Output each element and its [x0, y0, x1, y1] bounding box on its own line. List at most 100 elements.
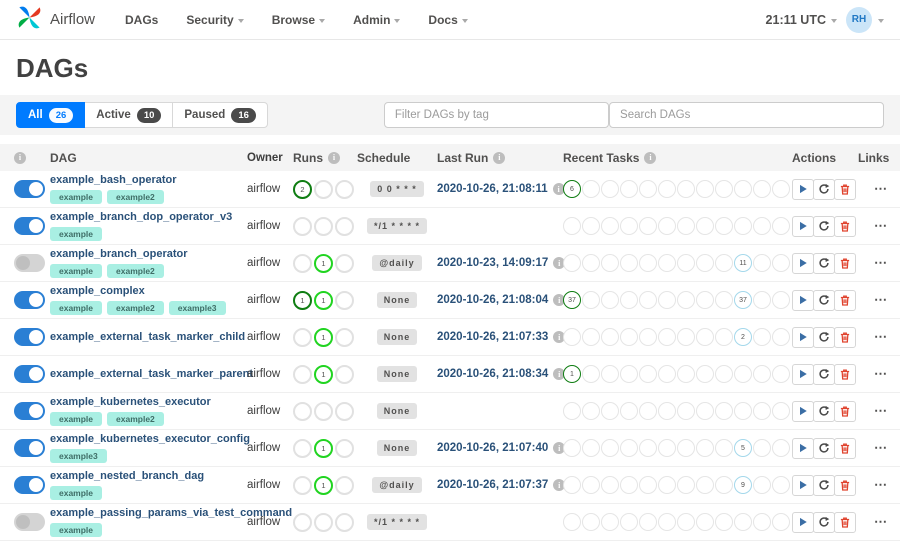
recent-task-circle[interactable]: [658, 254, 676, 272]
run-status-circle[interactable]: 1: [314, 327, 333, 347]
recent-task-circle[interactable]: [753, 365, 771, 383]
dag-tag[interactable]: example2: [107, 264, 164, 278]
dag-tag[interactable]: example: [50, 523, 103, 537]
recent-task-circle[interactable]: [582, 513, 600, 531]
run-status-circle[interactable]: [335, 253, 354, 273]
links-menu-button[interactable]: ⋯: [874, 293, 888, 306]
run-status-circle[interactable]: [335, 512, 354, 532]
links-menu-button[interactable]: ⋯: [874, 478, 888, 491]
recent-task-circle[interactable]: [715, 291, 733, 309]
refresh-dag-button[interactable]: [813, 363, 835, 385]
recent-task-circle[interactable]: [753, 180, 771, 198]
recent-task-circle[interactable]: [734, 513, 752, 531]
recent-task-circle[interactable]: [772, 402, 790, 420]
recent-task-circle[interactable]: [639, 439, 657, 457]
recent-task-circle[interactable]: [582, 217, 600, 235]
delete-dag-button[interactable]: [834, 437, 856, 459]
recent-task-circle[interactable]: 2: [734, 328, 752, 346]
run-status-circle[interactable]: [335, 364, 354, 384]
recent-task-circle[interactable]: [639, 513, 657, 531]
column-header-owner[interactable]: Owner: [247, 152, 283, 164]
recent-task-circle[interactable]: [639, 217, 657, 235]
dag-link[interactable]: example_bash_operator: [50, 174, 247, 187]
run-status-circle[interactable]: [293, 438, 312, 458]
dag-tag[interactable]: example: [50, 412, 103, 426]
info-icon[interactable]: i: [644, 151, 657, 164]
recent-task-circle[interactable]: [620, 254, 638, 272]
refresh-dag-button[interactable]: [813, 215, 835, 237]
dag-link[interactable]: example_branch_operator: [50, 248, 247, 261]
dag-tag[interactable]: example2: [107, 190, 164, 204]
recent-task-circle[interactable]: [696, 476, 714, 494]
last-run-link[interactable]: 2020-10-26, 21:07:40: [437, 442, 548, 454]
recent-task-circle[interactable]: [696, 291, 714, 309]
column-header-runs[interactable]: Runs: [293, 151, 323, 165]
dag-pause-toggle[interactable]: [14, 328, 45, 346]
nav-item-admin[interactable]: Admin: [353, 13, 401, 27]
delete-dag-button[interactable]: [834, 511, 856, 533]
run-status-circle[interactable]: 1: [314, 438, 333, 458]
recent-task-circle[interactable]: [620, 513, 638, 531]
recent-task-circle[interactable]: [715, 328, 733, 346]
recent-task-circle[interactable]: [677, 180, 695, 198]
recent-task-circle[interactable]: [677, 402, 695, 420]
delete-dag-button[interactable]: [834, 215, 856, 237]
links-menu-button[interactable]: ⋯: [874, 367, 888, 380]
delete-dag-button[interactable]: [834, 252, 856, 274]
refresh-dag-button[interactable]: [813, 252, 835, 274]
column-header-dag[interactable]: DAG: [50, 151, 77, 165]
delete-dag-button[interactable]: [834, 289, 856, 311]
nav-item-docs[interactable]: Docs: [428, 13, 468, 27]
recent-task-circle[interactable]: [582, 328, 600, 346]
recent-task-circle[interactable]: [753, 439, 771, 457]
recent-task-circle[interactable]: [601, 402, 619, 420]
recent-task-circle[interactable]: [563, 402, 581, 420]
recent-task-circle[interactable]: 11: [734, 254, 752, 272]
recent-task-circle[interactable]: [620, 328, 638, 346]
recent-task-circle[interactable]: [639, 402, 657, 420]
recent-task-circle[interactable]: [563, 439, 581, 457]
trigger-dag-button[interactable]: [792, 289, 814, 311]
dag-tag[interactable]: example2: [107, 301, 164, 315]
run-status-circle[interactable]: 2: [293, 179, 312, 199]
recent-task-circle[interactable]: [715, 365, 733, 383]
recent-task-circle[interactable]: [601, 217, 619, 235]
recent-task-circle[interactable]: [715, 439, 733, 457]
dag-link[interactable]: example_nested_branch_dag: [50, 470, 247, 483]
schedule-badge[interactable]: */1 * * * *: [366, 514, 428, 530]
recent-task-circle[interactable]: [582, 254, 600, 272]
dag-pause-toggle[interactable]: [14, 180, 45, 198]
recent-task-circle[interactable]: [639, 180, 657, 198]
run-status-circle[interactable]: [293, 475, 312, 495]
run-status-circle[interactable]: [293, 512, 312, 532]
recent-task-circle[interactable]: [601, 439, 619, 457]
recent-task-circle[interactable]: [582, 439, 600, 457]
run-status-circle[interactable]: [293, 401, 312, 421]
run-status-circle[interactable]: [293, 364, 312, 384]
dag-pause-toggle[interactable]: [14, 402, 45, 420]
last-run-link[interactable]: 2020-10-26, 21:08:11: [437, 183, 548, 195]
links-menu-button[interactable]: ⋯: [874, 441, 888, 454]
trigger-dag-button[interactable]: [792, 400, 814, 422]
info-icon[interactable]: i: [328, 151, 340, 164]
recent-task-circle[interactable]: [772, 254, 790, 272]
run-status-circle[interactable]: [314, 512, 333, 532]
recent-task-circle[interactable]: [753, 328, 771, 346]
recent-task-circle[interactable]: [582, 291, 600, 309]
recent-task-circle[interactable]: [582, 476, 600, 494]
dag-pause-toggle[interactable]: [14, 476, 45, 494]
run-status-circle[interactable]: [314, 401, 333, 421]
recent-task-circle[interactable]: [601, 254, 619, 272]
refresh-dag-button[interactable]: [813, 400, 835, 422]
schedule-badge[interactable]: */1 * * * *: [366, 218, 428, 234]
recent-task-circle[interactable]: [753, 217, 771, 235]
recent-task-circle[interactable]: [563, 217, 581, 235]
last-run-link[interactable]: 2020-10-26, 21:07:33: [437, 331, 548, 343]
recent-task-circle[interactable]: [677, 291, 695, 309]
dag-tag[interactable]: example: [50, 190, 103, 204]
recent-task-circle[interactable]: [677, 328, 695, 346]
recent-task-circle[interactable]: [696, 180, 714, 198]
dag-pause-toggle[interactable]: [14, 365, 45, 383]
recent-task-circle[interactable]: [639, 291, 657, 309]
recent-task-circle[interactable]: [639, 254, 657, 272]
